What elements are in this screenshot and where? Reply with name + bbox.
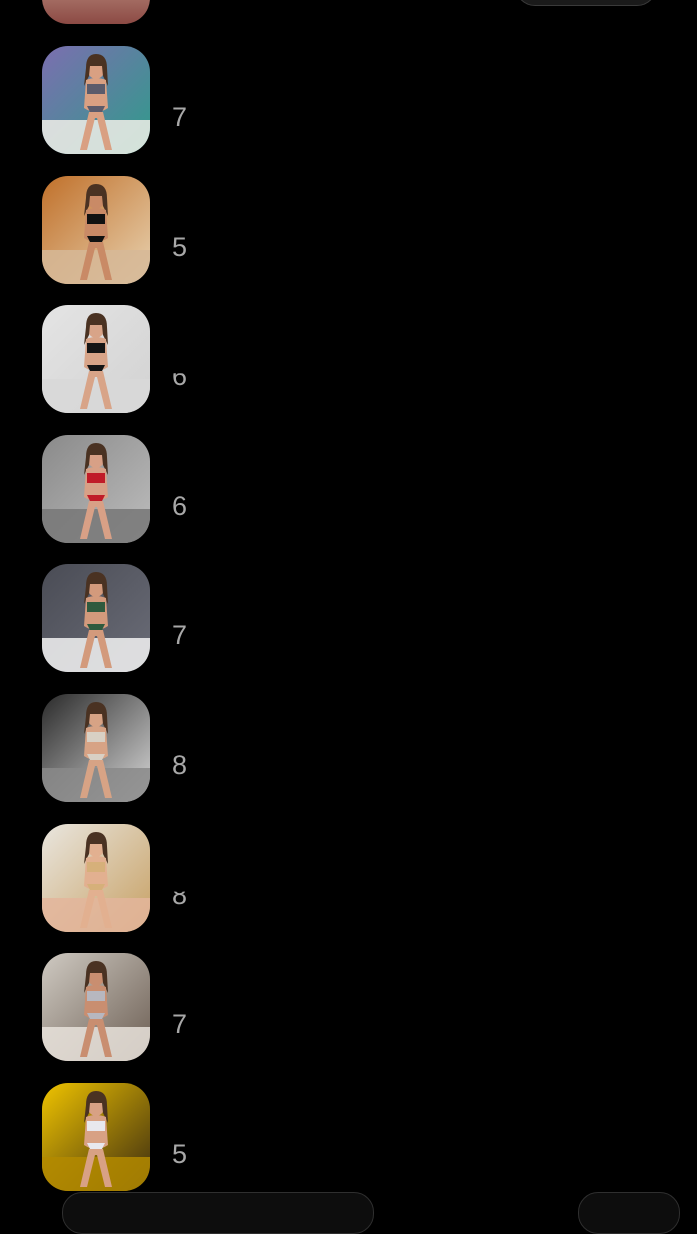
story-thumbnail[interactable] [42,434,150,543]
partial-bottom-button-right[interactable] [578,1192,680,1234]
list-item[interactable]: 8 [0,694,697,804]
story-thumbnail[interactable] [42,46,150,154]
photo-preview [42,564,150,673]
story-thumbnail[interactable] [42,175,150,284]
story-thumbnail[interactable] [42,564,150,673]
story-thumbnail[interactable] [42,305,150,414]
partial-action-button[interactable] [515,0,657,6]
photo-preview [42,46,150,154]
story-thumbnail[interactable] [42,1082,150,1191]
list-item[interactable]: 5 [0,175,697,286]
list-item[interactable]: 6 [0,305,697,415]
list-item[interactable]: 6 [0,434,697,545]
list-item[interactable]: 7 [0,46,697,156]
view-count: 7 [172,102,188,132]
view-count: 8 [172,750,188,780]
photo-preview [42,694,150,802]
view-count: 6 [172,361,188,392]
partial-bottom-button[interactable] [62,1192,374,1234]
photo-preview [42,953,150,1062]
story-thumbnail[interactable] [42,694,150,802]
story-thumbnail[interactable] [42,823,150,932]
view-count: 7 [172,1009,188,1040]
view-count: 5 [172,1138,188,1169]
screen: 7 5 6 6 7 8 8 7 5 [0,0,697,1234]
view-count: 8 [172,879,188,910]
view-count: 6 [172,490,188,521]
view-count: 7 [172,620,188,651]
story-thumbnail[interactable] [42,953,150,1062]
list-item[interactable]: 7 [0,953,697,1063]
photo-preview [42,175,150,284]
photo-preview [42,434,150,543]
partial-story-thumbnail[interactable] [42,0,150,24]
photo-preview [42,823,150,932]
photo-preview [42,1082,150,1191]
view-count: 5 [172,231,188,262]
list-item[interactable]: 8 [0,823,697,934]
list-item[interactable]: 7 [0,564,697,674]
list-item[interactable]: 5 [0,1082,697,1193]
photo-preview [42,305,150,414]
